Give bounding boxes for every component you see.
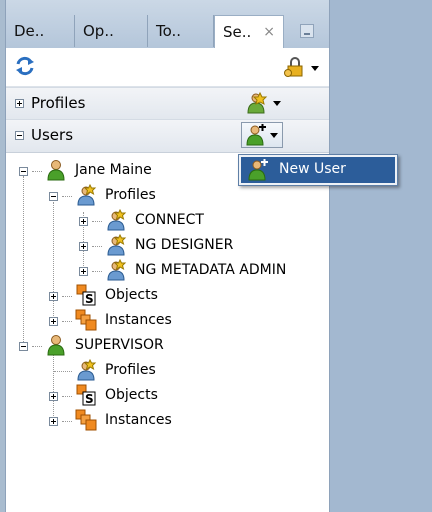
user-add-icon [246, 124, 266, 146]
expand-icon[interactable] [49, 292, 58, 301]
toolbar [6, 48, 329, 87]
svg-text:S: S [85, 392, 94, 406]
profile-icon [77, 184, 97, 206]
minimize-panel-button[interactable] [300, 24, 314, 38]
tree-node-objects[interactable]: S Objects [49, 384, 249, 408]
user-add-button[interactable] [241, 122, 283, 148]
tree-node-profiles[interactable]: Profiles [49, 184, 249, 208]
profile-icon [107, 234, 127, 256]
tab-op[interactable]: Op.. [75, 15, 148, 47]
profile-icon [77, 359, 97, 381]
tree-node-label: NG METADATA ADMIN [135, 262, 287, 278]
tab-label: Se.. [223, 23, 252, 41]
refresh-icon[interactable] [14, 55, 36, 77]
tree-node-label: SUPERVISOR [75, 337, 164, 353]
empty-workspace-area [329, 0, 432, 512]
profile-icon [107, 259, 127, 281]
tab-se[interactable]: Se.. × [214, 15, 284, 49]
profiles-section-title: Profiles [31, 94, 86, 112]
tree-node-label: NG DESIGNER [135, 237, 234, 253]
tab-to[interactable]: To.. [148, 15, 214, 47]
close-tab-icon[interactable]: × [263, 16, 275, 48]
instances-icon [75, 309, 97, 331]
tab-label: To.. [156, 22, 182, 40]
profile-add-icon[interactable] [244, 91, 268, 115]
expand-icon[interactable] [49, 317, 58, 326]
lock-icon[interactable] [283, 56, 305, 78]
tree-node-profile-ng-metadata-admin[interactable]: NG METADATA ADMIN [79, 259, 319, 283]
objects-icon: S [76, 384, 96, 406]
collapse-icon[interactable] [49, 192, 58, 201]
tree-line [23, 176, 24, 346]
svg-text:S: S [85, 292, 94, 306]
expand-icon[interactable] [49, 392, 58, 401]
security-menu-dropdown-icon[interactable] [311, 66, 319, 71]
tree-node-label: Instances [105, 412, 172, 428]
tree-node-profiles[interactable]: Profiles [49, 359, 249, 383]
new-user-icon [248, 159, 268, 181]
users-tree: Jane Maine Profiles CONNECT NG DESIGNER … [6, 152, 329, 512]
tree-node-label: CONNECT [135, 212, 204, 228]
tree-node-label: Objects [105, 287, 158, 303]
profiles-dropdown-icon[interactable] [273, 101, 281, 106]
expand-icon[interactable] [79, 267, 88, 276]
expand-icon[interactable] [49, 417, 58, 426]
tab-label: De.. [14, 22, 45, 40]
tab-bar: De.. Op.. To.. Se.. × [6, 0, 329, 49]
expand-icon[interactable] [79, 242, 88, 251]
tree-node-label: Jane Maine [75, 162, 152, 178]
tree-node-objects[interactable]: S Objects [49, 284, 249, 308]
tree-node-user-supervisor[interactable]: SUPERVISOR [19, 334, 219, 358]
user-icon [47, 335, 65, 356]
users-section-title: Users [31, 126, 74, 144]
user-icon [47, 160, 65, 181]
tree-node-profile-connect[interactable]: CONNECT [79, 209, 279, 233]
collapse-icon[interactable] [15, 131, 24, 140]
tab-label: Op.. [83, 22, 114, 40]
tree-node-label: Profiles [105, 362, 156, 378]
profiles-section-header[interactable]: Profiles [6, 87, 329, 121]
tab-de[interactable]: De.. [6, 15, 75, 47]
users-section-header[interactable]: Users [6, 119, 329, 153]
tree-node-profile-ng-designer[interactable]: NG DESIGNER [79, 234, 279, 258]
menu-item-new-user[interactable]: New User [241, 157, 395, 183]
users-dropdown-icon [270, 133, 278, 138]
expand-icon[interactable] [15, 99, 24, 108]
tree-node-label: Profiles [105, 187, 156, 203]
tree-node-instances[interactable]: Instances [49, 309, 249, 333]
tree-node-instances[interactable]: Instances [49, 409, 249, 433]
tree-node-label: Objects [105, 387, 158, 403]
collapse-icon[interactable] [19, 167, 28, 176]
tree-node-user-jane-maine[interactable]: Jane Maine [19, 159, 219, 183]
expand-icon[interactable] [79, 217, 88, 226]
collapse-icon[interactable] [19, 342, 28, 351]
profile-icon [107, 209, 127, 231]
tree-node-label: Instances [105, 312, 172, 328]
instances-icon [75, 409, 97, 431]
new-user-popup-menu: New User [238, 154, 398, 186]
objects-icon: S [76, 284, 96, 306]
menu-item-label: New User [279, 161, 346, 177]
security-navigator-panel: De.. Op.. To.. Se.. × Profiles Users Jan… [5, 0, 330, 512]
